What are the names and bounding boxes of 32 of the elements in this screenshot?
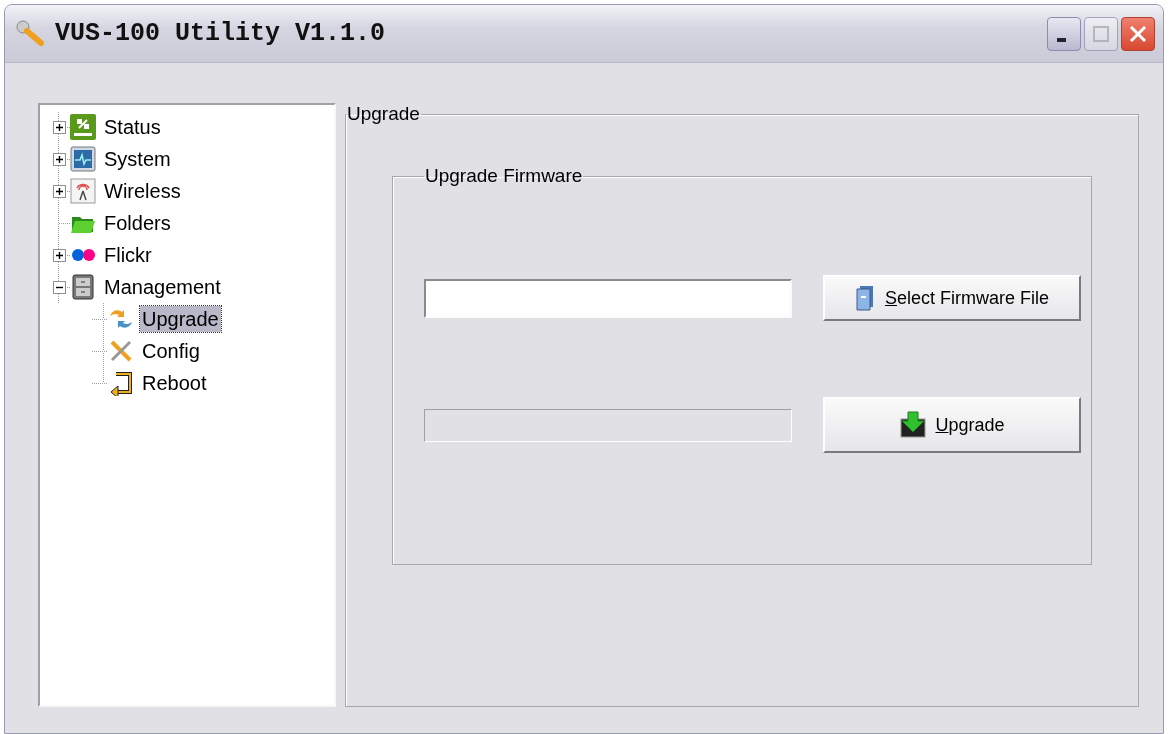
tree-item[interactable]: Upgrade	[140, 306, 221, 332]
minimize-icon	[1056, 37, 1066, 42]
close-icon	[1128, 23, 1148, 44]
collapse-icon[interactable]	[52, 280, 66, 294]
tools-icon	[108, 338, 134, 364]
minimize-button[interactable]	[1047, 16, 1081, 51]
expand-icon[interactable]	[52, 248, 66, 262]
tree-item[interactable]: Status	[102, 114, 163, 140]
tree-item[interactable]: Config	[140, 338, 202, 364]
window-title: VUS-100 Utility V1.1.0	[55, 19, 387, 48]
select-file-button[interactable]: Select Firmware File	[823, 275, 1081, 321]
cabinet-icon	[70, 274, 96, 300]
maximize-icon	[1091, 23, 1111, 44]
tree-item[interactable]: Management	[102, 274, 223, 300]
wrench-icon	[15, 18, 47, 49]
expand-icon[interactable]	[52, 184, 66, 198]
file-path-field[interactable]	[424, 278, 792, 318]
pulse-icon	[70, 146, 96, 172]
expand-icon[interactable]	[52, 120, 66, 134]
group-title: Upgrade Firmware	[424, 165, 584, 187]
close-button[interactable]	[1121, 16, 1155, 51]
tree-item[interactable]: Flickr	[102, 242, 154, 268]
expand-icon[interactable]	[52, 152, 66, 166]
tree-item[interactable]: Wireless	[102, 178, 183, 204]
tree-item[interactable]: System	[102, 146, 173, 172]
antenna-icon	[70, 178, 96, 204]
download-icon	[899, 411, 928, 439]
reboot-icon	[108, 370, 134, 396]
tree-item[interactable]: Reboot	[140, 370, 209, 396]
group-title: Upgrade	[346, 103, 421, 125]
tree-item[interactable]: Folders	[102, 210, 173, 236]
upgrade-button[interactable]: Upgrade	[823, 397, 1081, 453]
